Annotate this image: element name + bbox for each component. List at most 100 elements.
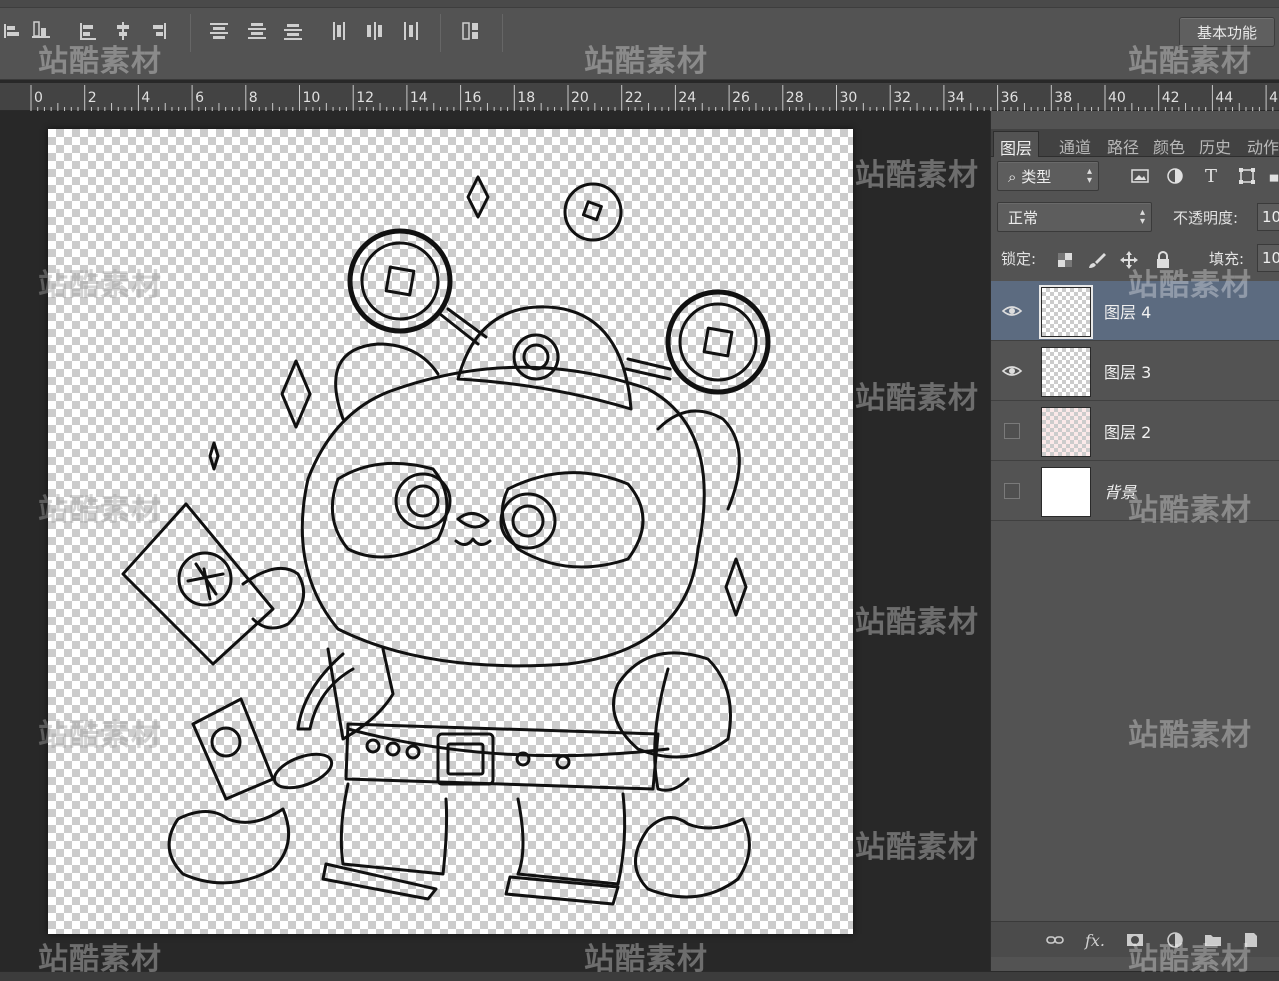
align-right-icon[interactable] xyxy=(145,18,171,44)
mask-icon[interactable] xyxy=(1123,928,1147,952)
tab-history[interactable]: 历史 xyxy=(1193,131,1237,157)
ruler-ticks: 0 2 4 6 8 10 12 14 16 18 20 22 24 26 28 30 32 34 36 38 40 42 4… xyxy=(30,85,1279,111)
adjustment-layer-icon[interactable] xyxy=(1163,928,1187,952)
distribute-left-icon[interactable] xyxy=(327,18,353,44)
auto-align-icon[interactable] xyxy=(458,18,484,44)
distribute-vcenter-icon[interactable] xyxy=(244,18,270,44)
small-envelope xyxy=(191,697,275,801)
align-left-icon[interactable] xyxy=(0,18,26,44)
belt-hole xyxy=(555,754,571,770)
lock-all-icon[interactable] xyxy=(1151,248,1175,272)
visibility-toggle[interactable] xyxy=(1004,423,1020,439)
tab-paths[interactable]: 路径 xyxy=(1101,131,1145,157)
blend-mode-select[interactable]: 正常 ▴ ▾ xyxy=(997,202,1152,232)
layer-row[interactable]: 图层 3 xyxy=(991,341,1279,401)
paw-right xyxy=(612,651,732,759)
layers-panel: 图层 通道 路径 颜色 历史 动作 ⌕ 类型 ▴ ▾ T 正常 ▴ ▾ 不透明度: … xyxy=(990,111,1279,971)
ruler-label: 4 xyxy=(141,90,150,106)
fx-icon[interactable]: fx. xyxy=(1083,928,1107,952)
align-hcenter-icon[interactable] xyxy=(110,18,136,44)
ruler-label: 40 xyxy=(1108,90,1126,106)
eye-icon[interactable] xyxy=(1001,300,1023,322)
lock-move-icon[interactable] xyxy=(1117,248,1141,272)
eye-right xyxy=(511,504,545,538)
ruler-label: 18 xyxy=(517,90,535,106)
gold-ingot-right xyxy=(634,816,751,899)
tab-actions[interactable]: 动作 xyxy=(1241,131,1279,157)
layer-filter-select[interactable]: ⌕ 类型 ▴ ▾ xyxy=(997,161,1099,191)
lock-brush-icon[interactable] xyxy=(1085,248,1109,272)
filter-type-icon[interactable]: T xyxy=(1199,164,1223,188)
toolbar-separator xyxy=(190,14,191,52)
align-vcenter-icon[interactable] xyxy=(28,18,54,44)
red-envelope xyxy=(121,502,275,666)
panel-tabs: 图层 通道 路径 颜色 历史 动作 xyxy=(991,129,1279,158)
sparkle xyxy=(724,557,748,617)
new-layer-icon[interactable] xyxy=(1239,928,1263,952)
tab-layers[interactable]: 图层 xyxy=(993,131,1040,158)
eye-left xyxy=(406,484,440,518)
horizontal-ruler: 0 2 4 6 8 10 12 14 16 18 20 22 24 26 28 30 32 34 36 38 40 42 4… xyxy=(0,83,1279,111)
opacity-input[interactable]: 10 xyxy=(1257,203,1279,231)
toolbar-separator xyxy=(440,14,441,52)
mouth xyxy=(454,537,492,546)
sparkle xyxy=(280,359,312,429)
leg-left xyxy=(339,782,449,876)
hat-button xyxy=(522,343,550,371)
filter-shape-icon[interactable] xyxy=(1235,164,1259,188)
filter-smart-icon[interactable] xyxy=(1267,164,1279,188)
ruler-label: 6 xyxy=(195,90,204,106)
envelope-mark xyxy=(186,562,225,601)
belt-buckle xyxy=(436,732,495,786)
layer-name: 图层 2 xyxy=(1104,423,1152,442)
eye-left xyxy=(394,472,452,530)
ear-right xyxy=(656,409,741,511)
ruler-label: 0 xyxy=(34,90,43,106)
filter-adjustment-icon[interactable] xyxy=(1163,164,1187,188)
nose xyxy=(456,512,490,529)
eye-patch-left xyxy=(330,461,449,559)
coin xyxy=(665,289,771,395)
ruler-label: 36 xyxy=(1001,90,1019,106)
belt-hole xyxy=(405,744,421,760)
layer-thumbnail xyxy=(1041,407,1091,457)
distribute-hcenter-icon[interactable] xyxy=(362,18,388,44)
ruler-label: 8 xyxy=(249,90,258,106)
foot-left xyxy=(321,862,438,901)
fill-input[interactable]: 10 xyxy=(1257,244,1279,272)
filter-pixel-icon[interactable] xyxy=(1128,164,1152,188)
stepper-arrows-icon: ▴ ▾ xyxy=(1139,207,1145,227)
layer-row[interactable]: 图层 4 xyxy=(991,281,1279,341)
layer-thumbnail xyxy=(1041,467,1091,517)
status-bar xyxy=(0,971,1279,981)
eye-patch-right xyxy=(500,471,645,569)
filter-label: 类型 xyxy=(1021,168,1052,186)
layer-thumbnail xyxy=(1039,285,1093,339)
sparkle xyxy=(466,175,490,219)
envelope-seal xyxy=(210,726,242,758)
canvas[interactable] xyxy=(48,129,853,934)
ruler-label: 44 xyxy=(1215,90,1233,106)
hat xyxy=(456,305,633,411)
tab-channels[interactable]: 通道 xyxy=(1053,131,1097,157)
coin-hole xyxy=(384,265,416,297)
folder-icon[interactable] xyxy=(1201,928,1225,952)
layer-row[interactable]: 图层 2 xyxy=(991,401,1279,461)
ruler-label: 14 xyxy=(410,90,428,106)
ruler-label: 34 xyxy=(947,90,965,106)
workspace-button[interactable]: 基本功能 xyxy=(1179,17,1275,47)
link-icon[interactable] xyxy=(1043,928,1067,952)
panda-lineart xyxy=(121,175,771,906)
distribute-bottom-icon[interactable] xyxy=(280,18,306,44)
ruler-label: 28 xyxy=(786,90,804,106)
tab-color[interactable]: 颜色 xyxy=(1147,131,1191,157)
search-icon: ⌕ xyxy=(1008,168,1017,186)
lock-transparent-icon[interactable] xyxy=(1053,248,1077,272)
align-bottom-icon[interactable] xyxy=(75,18,101,44)
distribute-right-icon[interactable] xyxy=(398,18,424,44)
distribute-top-icon[interactable] xyxy=(206,18,232,44)
visibility-toggle[interactable] xyxy=(1004,483,1020,499)
fill-label: 填充: xyxy=(1209,250,1245,268)
eye-icon[interactable] xyxy=(1001,360,1023,382)
layer-row[interactable]: 背景 xyxy=(991,461,1279,521)
